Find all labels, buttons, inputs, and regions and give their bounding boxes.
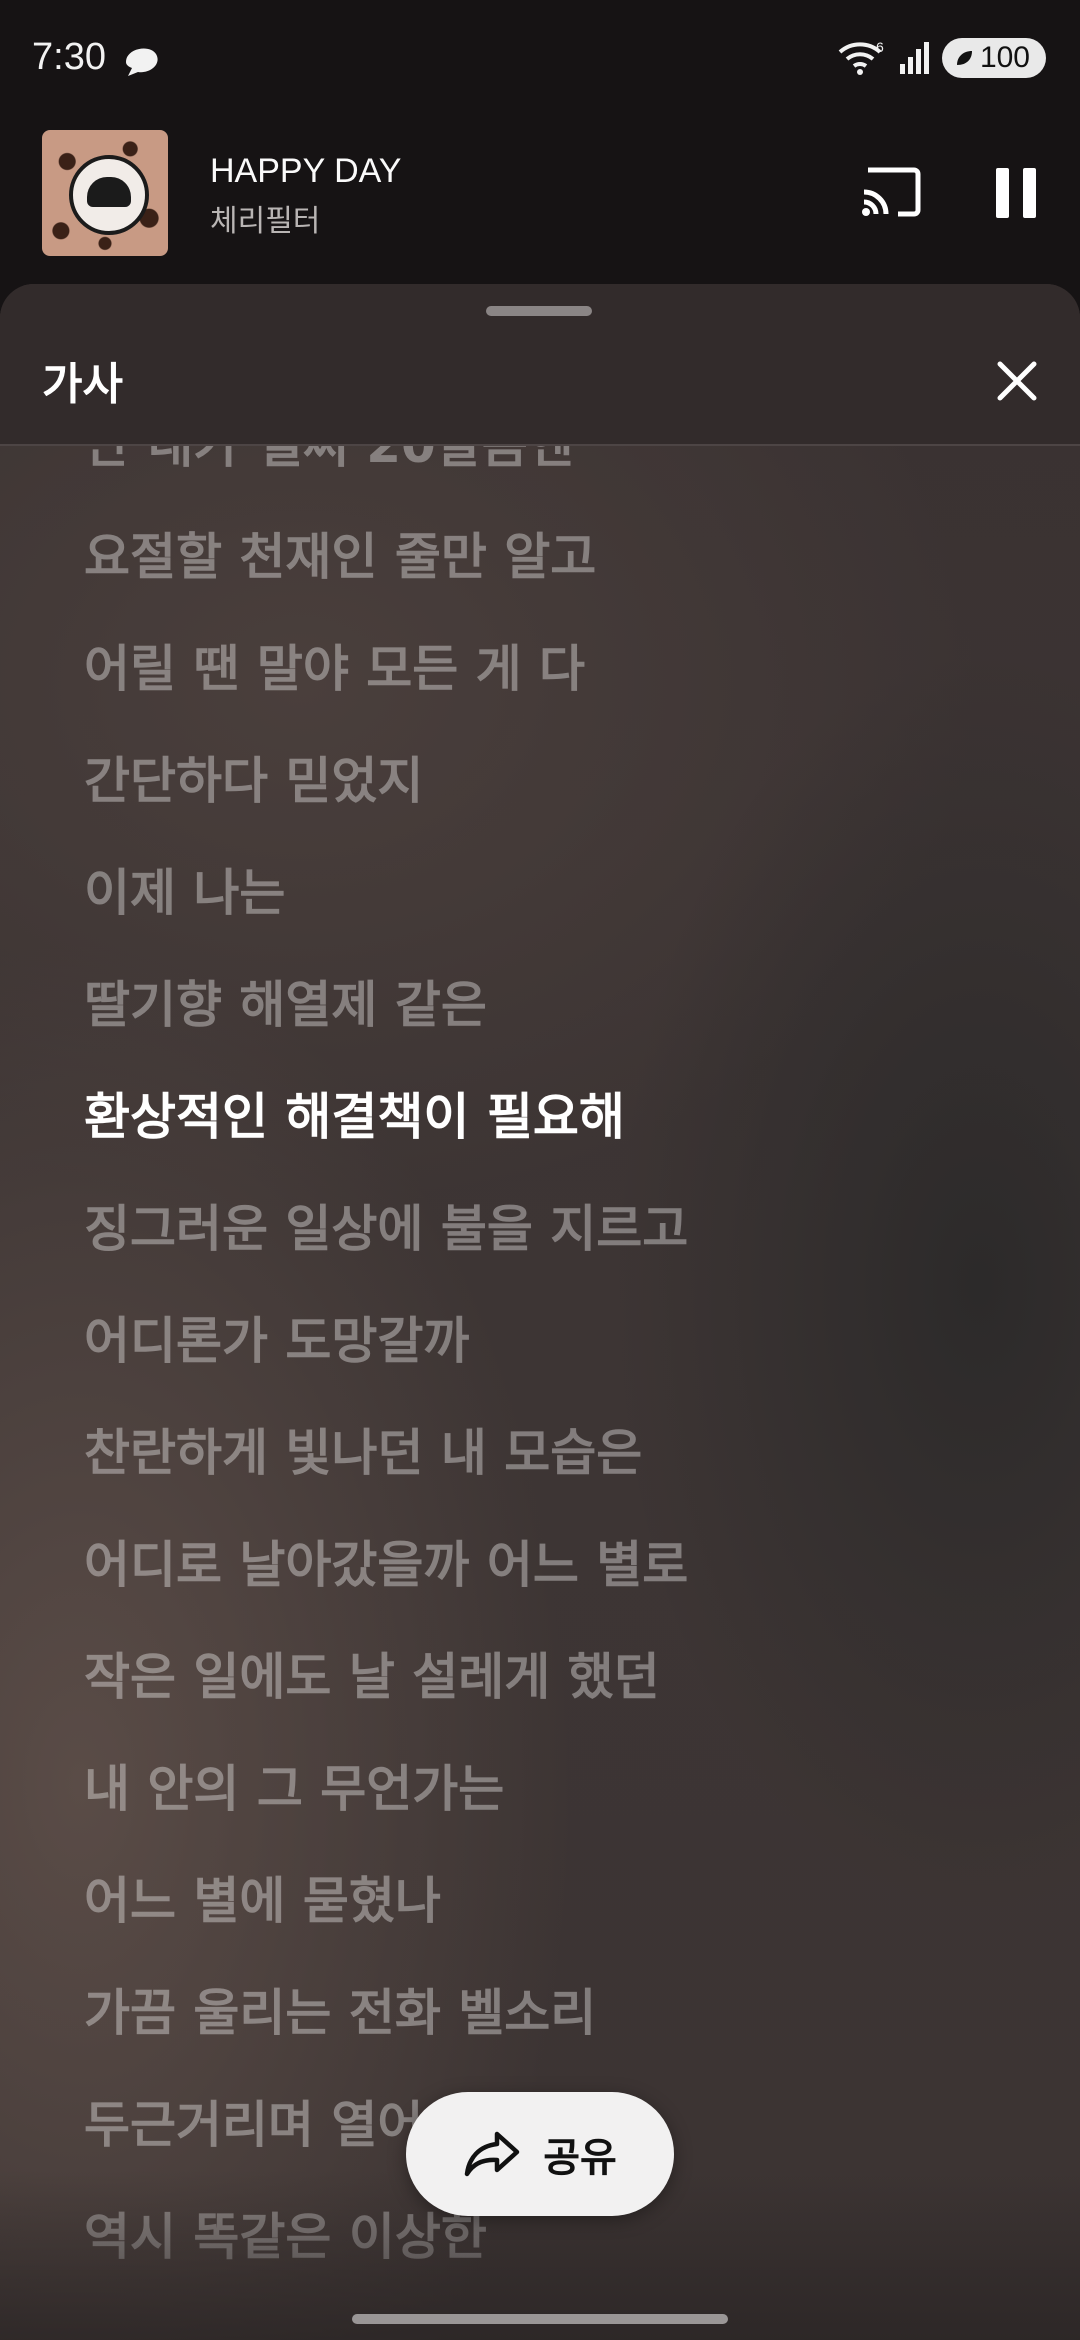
lyric-line[interactable]: 요절할 천재인 줄만 알고	[84, 517, 596, 589]
album-art[interactable]	[42, 130, 168, 256]
wifi-icon: 6	[838, 39, 884, 75]
lyric-line[interactable]: 어느 별에 묻혔나	[84, 1861, 441, 1933]
mini-player[interactable]: HAPPY DAY 체리필터	[0, 120, 1080, 290]
lyric-line[interactable]: 찬란하게 빛나던 내 모습은	[84, 1413, 642, 1485]
lyric-line[interactable]: 가끔 울리는 전화 벨소리	[84, 1973, 596, 2045]
drag-handle[interactable]	[486, 306, 592, 316]
lyric-line[interactable]: 내 안의 그 무언가는	[84, 1749, 504, 1821]
signal-icon	[899, 42, 929, 74]
lyric-line[interactable]: 작은 일에도 날 설레게 했던	[84, 1637, 660, 1709]
status-indicators: 6 100	[836, 38, 1046, 78]
lyric-line[interactable]: 어디로 날아갔을까 어느 별로	[84, 1525, 688, 1597]
song-title: HAPPY DAY	[210, 152, 402, 190]
lyrics-header: 가사	[0, 284, 1080, 446]
pause-button[interactable]	[996, 168, 1036, 218]
share-button[interactable]: 공유	[406, 2092, 674, 2216]
share-icon	[464, 2131, 520, 2177]
battery-level: 100	[979, 41, 1030, 74]
threads-icon	[126, 48, 158, 76]
battery-leaf-icon	[956, 51, 972, 65]
lyrics-sheet: 난 내가 벌써 20살쯤엔요절할 천재인 줄만 알고어릴 땐 말야 모든 게 다…	[0, 284, 1080, 2340]
cast-icon[interactable]	[858, 164, 924, 220]
lyric-line[interactable]: 어디론가 도망갈까	[84, 1301, 469, 1373]
pause-icon-bar	[1023, 168, 1036, 218]
pause-icon-bar	[996, 168, 1009, 218]
status-bar: 7:30 6 100	[0, 0, 1080, 120]
home-indicator[interactable]	[352, 2314, 728, 2324]
close-icon[interactable]	[996, 360, 1038, 402]
lyric-line-active[interactable]: 환상적인 해결책이 필요해	[84, 1077, 625, 1149]
share-label: 공유	[543, 2135, 617, 2181]
artist-name: 체리필터	[210, 204, 321, 239]
lyric-line[interactable]: 어릴 땐 말야 모든 게 다	[84, 629, 585, 701]
lyric-line[interactable]: 두근거리며 열어	[84, 2085, 423, 2157]
lyric-line[interactable]: 이제 나는	[84, 853, 285, 925]
lyric-line[interactable]: 간단하다 믿었지	[84, 741, 423, 813]
lyric-line[interactable]: 딸기향 해열제 같은	[84, 965, 487, 1037]
battery-indicator: 100	[941, 38, 1046, 78]
album-emblem	[69, 155, 149, 235]
lyric-line[interactable]: 징그러운 일상에 불을 지르고	[84, 1189, 688, 1261]
status-time: 7:30	[32, 36, 106, 78]
lyrics-title: 가사	[42, 359, 123, 410]
wifi-badge: 6	[876, 39, 884, 55]
